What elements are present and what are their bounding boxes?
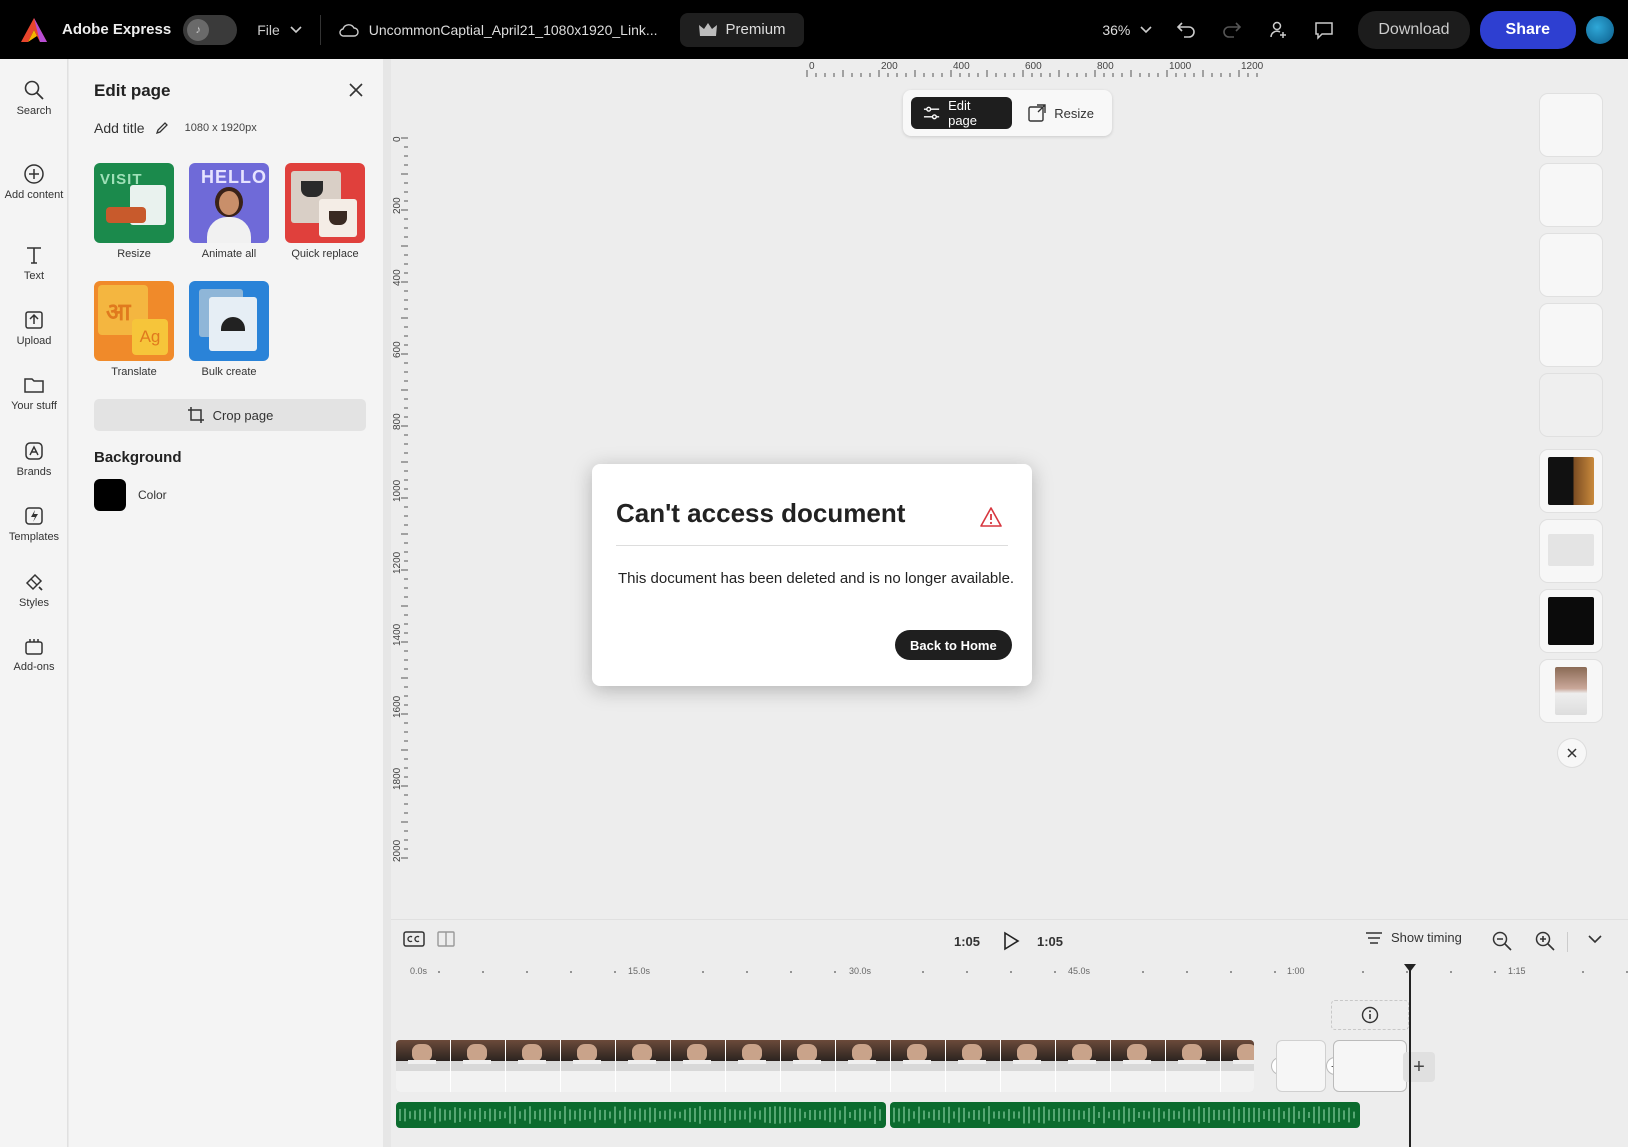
zoom-level: 36% (1102, 21, 1131, 38)
premium-label: Premium (725, 21, 786, 38)
templates-icon (25, 507, 43, 525)
dialog-divider (616, 545, 1008, 546)
dialog-title: Can't access document (616, 498, 906, 528)
background-color-label: Color (138, 488, 167, 502)
body-shape (207, 217, 251, 243)
panel-title: Edit page (94, 81, 171, 100)
chair-shape (106, 207, 146, 223)
error-dialog: Can't access document This document has … (592, 464, 1032, 686)
toggle-knob-icon: ♪ (187, 18, 210, 41)
dialog-body: This document has been deleted and is no… (618, 570, 1015, 587)
divider (319, 14, 321, 45)
tile-text: HELLO (201, 167, 267, 187)
rail-item-search[interactable]: Search (0, 79, 68, 117)
warning-icon (980, 507, 1002, 527)
rail-label: Your stuff (11, 400, 57, 412)
cup-shape (329, 211, 347, 225)
crown-icon (698, 22, 717, 36)
rail-label: Search (16, 105, 52, 117)
background-title: Background (94, 449, 182, 466)
file-menu[interactable]: File (257, 22, 302, 38)
quick-replace-tile[interactable] (285, 163, 365, 243)
rail-item-templates[interactable]: Templates (0, 505, 68, 543)
folder-icon (24, 378, 44, 393)
page-dimensions: 1080 x 1920px (184, 122, 257, 134)
chevron-down-icon (290, 25, 302, 33)
resize-tile[interactable]: VISIT (94, 163, 174, 243)
add-title-label: Add title (94, 120, 145, 136)
add-ons-icon (25, 639, 43, 655)
top-bar: Adobe Express ♪ File UncommonCaptial_Apr… (0, 0, 1628, 59)
rail-item-text[interactable]: Text (0, 244, 68, 282)
crop-label: Crop page (212, 407, 274, 423)
tile-label: Animate all (201, 248, 257, 260)
share-label: Share (1505, 20, 1550, 38)
document-name-label: UncommonCaptial_April21_1080x1920_Link..… (368, 21, 658, 38)
tile-label: Translate (111, 366, 157, 378)
rail-label: Add-ons (13, 661, 55, 673)
translate-tile[interactable]: आ Ag (94, 281, 174, 361)
rail-label: Text (23, 270, 45, 282)
back-to-home-label: Back to Home (910, 637, 997, 653)
chevron-down-icon (1140, 25, 1152, 33)
premium-toggle[interactable]: ♪ (183, 14, 238, 45)
back-to-home-button[interactable]: Back to Home (895, 630, 1012, 660)
rail-item-brands[interactable]: Brands (0, 440, 68, 478)
invite-collaborator-icon[interactable] (1266, 18, 1290, 42)
background-color-swatch[interactable] (94, 479, 126, 511)
text-icon (27, 247, 41, 264)
face-shape (219, 191, 239, 215)
rail-item-add-ons[interactable]: Add-ons (0, 635, 68, 673)
brand[interactable]: Adobe Express (20, 17, 171, 43)
premium-button[interactable]: Premium (679, 12, 804, 47)
adobe-express-logo-icon (21, 17, 47, 42)
rail-label: Upload (16, 335, 52, 347)
tile-label: Quick replace (291, 248, 359, 260)
tile-text: आ (106, 299, 131, 326)
cup-shape (301, 181, 323, 197)
rail-label: Brands (16, 466, 52, 478)
zoom-control[interactable]: 36% (1102, 22, 1152, 38)
avatar[interactable] (1586, 15, 1614, 44)
file-menu-label: File (257, 21, 280, 38)
tile-text: Ag (132, 319, 168, 355)
plus-circle-icon (24, 164, 44, 184)
download-button[interactable]: Download (1358, 10, 1470, 49)
animate-all-tile[interactable]: HELLO (189, 163, 269, 243)
rail-label: Add content (4, 189, 64, 201)
cloud-icon (339, 23, 359, 37)
redo-icon[interactable] (1220, 18, 1244, 42)
brands-icon (25, 442, 43, 460)
tile-label: Resize (117, 248, 151, 260)
upload-icon (25, 311, 43, 329)
edit-page-panel: Edit page Add title 1080 x 1920px VISIT … (69, 59, 391, 1147)
rail-item-styles[interactable]: Styles (0, 571, 68, 609)
undo-icon[interactable] (1174, 18, 1198, 42)
rail-item-your-stuff[interactable]: Your stuff (0, 374, 68, 412)
rail-label: Templates (8, 531, 60, 543)
share-button[interactable]: Share (1479, 10, 1576, 49)
app-name: Adobe Express (62, 21, 172, 38)
search-icon (24, 80, 44, 100)
crop-page-button[interactable]: Crop page (94, 399, 366, 431)
tile-label: Bulk create (201, 366, 257, 378)
rail-item-upload[interactable]: Upload (0, 309, 68, 347)
pencil-icon[interactable] (155, 121, 169, 135)
top-right-controls: 36% Download Share (1102, 0, 1628, 59)
close-icon[interactable] (347, 81, 365, 99)
add-title[interactable]: Add title 1080 x 1920px (94, 120, 257, 136)
crop-icon (187, 407, 204, 423)
rail-item-add-content[interactable]: Add content (0, 163, 68, 201)
document-name[interactable]: UncommonCaptial_April21_1080x1920_Link..… (339, 22, 658, 38)
bulk-create-tile[interactable] (189, 281, 269, 361)
left-rail: Search Add content Text Upload Your stuf… (0, 59, 68, 1147)
comment-icon[interactable] (1312, 18, 1336, 42)
rail-label: Styles (19, 597, 49, 609)
download-label: Download (1378, 20, 1450, 38)
styles-icon (25, 573, 43, 591)
